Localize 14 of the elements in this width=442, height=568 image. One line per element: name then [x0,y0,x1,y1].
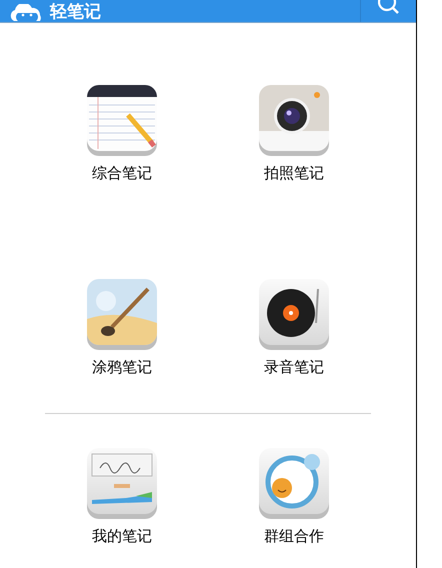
app-tile[interactable]: 录音笔记 [258,279,330,377]
notepad-icon [86,85,158,157]
app-tile[interactable]: 综合笔记 [86,85,158,183]
drawer-icon [86,448,158,520]
search-icon[interactable] [378,0,400,14]
paintbrush-icon [86,279,158,351]
app-tile[interactable]: 拍照笔记 [258,85,330,183]
turntable-icon [258,279,330,351]
camera-icon [258,85,330,157]
app-tile[interactable]: 群组合作 [258,448,330,546]
app-tile[interactable]: 我的笔记 [86,448,158,546]
smiley-orbit-icon [258,448,330,520]
app-title: 轻笔记 [50,2,101,22]
app-tile[interactable]: 涂鸦笔记 [86,279,158,377]
